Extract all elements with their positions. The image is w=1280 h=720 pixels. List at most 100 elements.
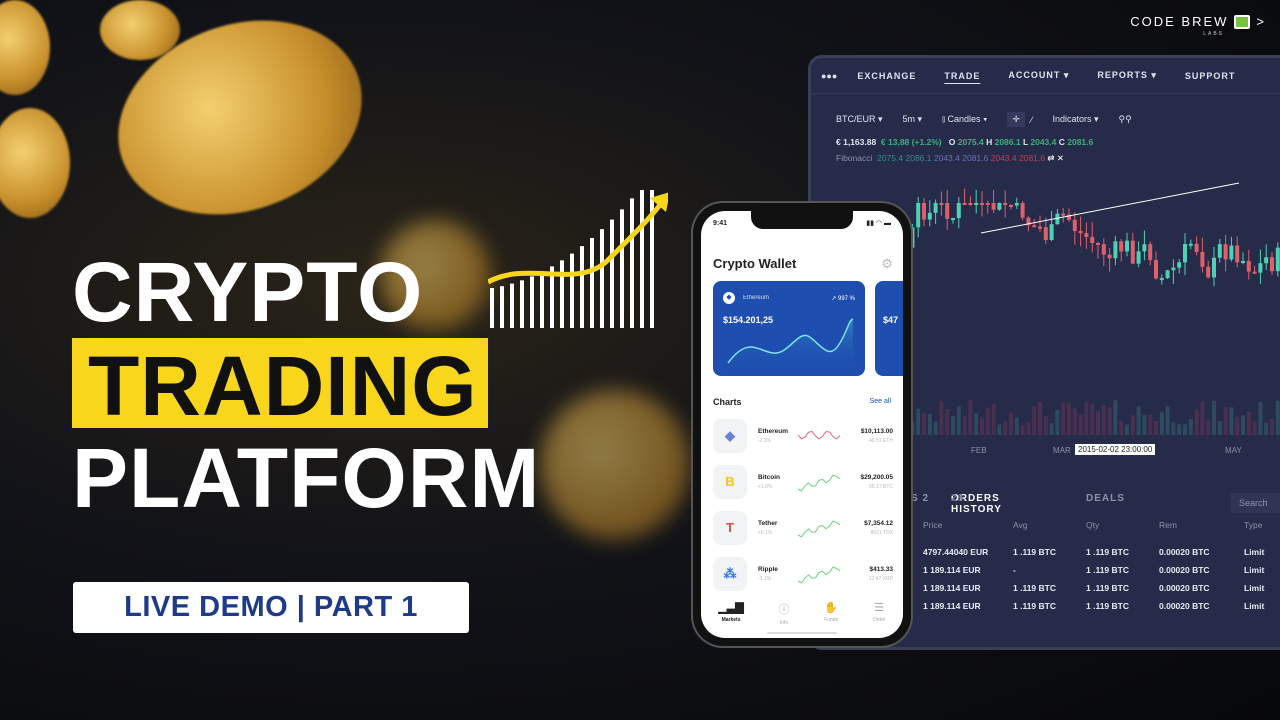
growth-bar bbox=[500, 286, 504, 328]
card-sparkline bbox=[727, 318, 854, 371]
candle-body bbox=[1014, 203, 1019, 206]
nav-exchange[interactable]: EXCHANGE bbox=[857, 71, 916, 81]
tab-count: 28 bbox=[951, 493, 965, 504]
volume-bar bbox=[939, 400, 944, 435]
trend-line[interactable] bbox=[980, 182, 1240, 234]
volume-bar bbox=[916, 408, 921, 435]
volume-bar bbox=[1206, 419, 1211, 435]
candle-body bbox=[916, 203, 921, 228]
candle-body bbox=[922, 203, 926, 220]
volume-bar bbox=[1072, 408, 1077, 435]
swap-icon[interactable]: ⇄ bbox=[1047, 153, 1054, 163]
nav-info[interactable]: ⓘ Info bbox=[778, 601, 789, 626]
menu-dots-icon[interactable]: ●●● bbox=[821, 71, 837, 81]
candle-body bbox=[951, 218, 955, 221]
headline-line-1: CRYPTO bbox=[72, 245, 424, 339]
nav-funds[interactable]: ✋ Funds bbox=[824, 601, 838, 626]
volume-bar bbox=[927, 414, 932, 435]
column-header: Type bbox=[1244, 520, 1263, 530]
nav-order[interactable]: ☰ Order bbox=[873, 601, 886, 626]
nav-trade[interactable]: TRADE bbox=[944, 71, 980, 81]
coin-change: +1.8% bbox=[758, 484, 773, 490]
candle-body bbox=[980, 203, 984, 205]
info-icon: ⓘ bbox=[778, 604, 790, 616]
table-cell: 1 189.114 EUR bbox=[923, 565, 981, 575]
nav-account[interactable]: ACCOUNT ▾ bbox=[1008, 70, 1069, 81]
candle-body bbox=[991, 203, 996, 210]
candle-body bbox=[1252, 271, 1257, 274]
coin-name: Tether bbox=[758, 520, 778, 527]
candle-body bbox=[1229, 245, 1234, 260]
crosshair-tool-icon[interactable]: ✛ bbox=[1007, 112, 1025, 127]
candle-body bbox=[1090, 237, 1095, 244]
wallet-card-ethereum[interactable]: ◆ Ethereum ↗ 997 % $154.201,25 bbox=[713, 281, 865, 376]
settings-sliders-icon[interactable]: ⚲⚲ bbox=[1118, 114, 1131, 125]
page-title: Crypto Wallet bbox=[713, 256, 797, 271]
volume-bar bbox=[985, 407, 990, 435]
volume-bar bbox=[974, 413, 979, 435]
open-value: 2075.4 bbox=[957, 137, 984, 147]
volume-bar bbox=[1235, 416, 1240, 435]
pair-select[interactable]: BTC/EUR ▾ bbox=[836, 114, 883, 125]
volume-bar bbox=[1055, 409, 1060, 435]
home-indicator bbox=[767, 632, 837, 634]
candle-body bbox=[1246, 260, 1251, 272]
column-header: Price bbox=[923, 520, 943, 530]
candle-body bbox=[1078, 231, 1083, 234]
bitcoin-icon: B bbox=[713, 465, 747, 499]
bitcoin-coin-image bbox=[100, 0, 180, 60]
growth-bar bbox=[520, 280, 524, 328]
volume-bar bbox=[1009, 412, 1013, 435]
gear-icon[interactable]: ⚙ bbox=[881, 256, 893, 272]
growth-bar bbox=[610, 219, 614, 328]
tab-deals[interactable]: DEALS bbox=[1086, 493, 1125, 504]
line-tool-icon[interactable]: ⁄ bbox=[1031, 115, 1033, 125]
interval-select[interactable]: 5m ▾ bbox=[903, 114, 923, 125]
candle-body bbox=[1183, 244, 1187, 263]
volume-bar bbox=[1142, 415, 1147, 435]
candle-body bbox=[1130, 240, 1135, 264]
candle-body bbox=[1264, 257, 1269, 264]
coin-row-tether[interactable]: T Tether +6.1% $7,354.12 8021 TDX bbox=[713, 511, 893, 545]
table-cell: - bbox=[1013, 565, 1016, 575]
nav-markets[interactable]: ▁▃▇ Markets bbox=[718, 601, 743, 626]
status-icons: ▮▮ ◠ ▬ bbox=[866, 220, 891, 227]
growth-bar bbox=[580, 246, 584, 328]
search-input[interactable]: Search bbox=[1231, 493, 1280, 513]
volume-bar bbox=[1159, 412, 1164, 435]
indicators-select[interactable]: Indicators ▾ bbox=[1052, 114, 1098, 125]
candle-body bbox=[985, 203, 990, 205]
table-cell: 0.00020 BTC bbox=[1159, 547, 1210, 557]
table-row[interactable]: 1 189.114 EUR 1 .119 BTC 1 .119 BTC 0.00020… bbox=[923, 583, 1264, 601]
see-all-link[interactable]: See all bbox=[870, 398, 891, 405]
volume-bar bbox=[1200, 401, 1205, 435]
tab-open-orders[interactable]: S 2 bbox=[911, 493, 929, 504]
coin-amount: 46.51 ETH bbox=[869, 438, 893, 444]
volume-bar bbox=[1148, 414, 1153, 435]
table-row[interactable]: 1 189.114 EUR 1 .119 BTC 1 .119 BTC 0.00020… bbox=[923, 601, 1264, 619]
brand-sub: LABS bbox=[1203, 31, 1224, 37]
chart-type-select[interactable]: ⫾ Candles ▾ bbox=[942, 114, 987, 125]
crosshair-date-tooltip: 2015-02-02 23:00:00 bbox=[1075, 444, 1156, 455]
column-header: Avg bbox=[1013, 520, 1028, 530]
volume-bar bbox=[1270, 418, 1274, 435]
table-row[interactable]: 4797.44040 EUR 1 .119 BTC 1 .119 BTC 0.0002… bbox=[923, 547, 1264, 565]
candle-body bbox=[997, 203, 1002, 210]
candle-body bbox=[1032, 225, 1037, 228]
close-icon[interactable]: ✕ bbox=[1057, 153, 1064, 163]
wallet-card-bitcoin[interactable]: $47 bbox=[875, 281, 903, 376]
volume-bar bbox=[945, 408, 950, 435]
coin-amount: 8021 TDX bbox=[870, 530, 893, 536]
table-row[interactable]: 1 189.114 EUR - 1 .119 BTC 0.00020 BTC Limit bbox=[923, 565, 1264, 583]
nav-label: Order bbox=[872, 617, 886, 623]
candle-body bbox=[1113, 241, 1118, 259]
top-nav: ●●● EXCHANGE TRADE ACCOUNT ▾ REPORTS ▾ S… bbox=[811, 58, 1280, 94]
fib-value: 2043.4 bbox=[990, 153, 1017, 163]
coin-row-ripple[interactable]: ⁂ Ripple -3.1% $413.33 12.47 XRP bbox=[713, 557, 893, 591]
coin-row-bitcoin[interactable]: B Bitcoin +1.8% $29,200.05 55.17 BTC bbox=[713, 465, 893, 499]
column-header: Rem bbox=[1159, 520, 1177, 530]
nav-reports[interactable]: REPORTS ▾ bbox=[1097, 70, 1157, 81]
coin-row-ethereum[interactable]: ◆ Ethereum -2.3% $10,113.00 46.51 ETH bbox=[713, 419, 893, 453]
nav-support[interactable]: SUPPORT bbox=[1185, 71, 1236, 81]
volume-bar bbox=[1096, 411, 1100, 435]
